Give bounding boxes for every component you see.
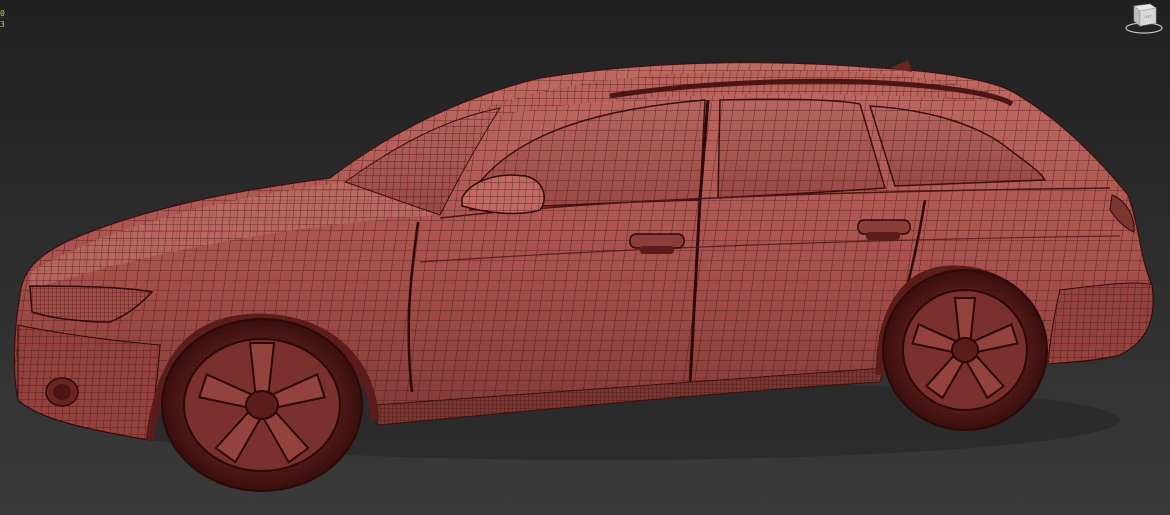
3d-viewport[interactable]: 0 3 LEFT bbox=[0, 0, 1170, 515]
rear-wheel-hub bbox=[951, 337, 979, 363]
viewcube-face-label: LEFT bbox=[1144, 15, 1152, 19]
front-wheel-hub bbox=[245, 390, 279, 420]
rear-wheel bbox=[882, 269, 1048, 431]
car-wireframe-model[interactable] bbox=[0, 0, 1170, 515]
viewcube-navigator[interactable]: LEFT bbox=[1124, 0, 1164, 36]
front-wheel bbox=[161, 318, 363, 492]
viewcube-cube: LEFT bbox=[1133, 3, 1157, 27]
rear-bumper bbox=[1047, 282, 1154, 365]
